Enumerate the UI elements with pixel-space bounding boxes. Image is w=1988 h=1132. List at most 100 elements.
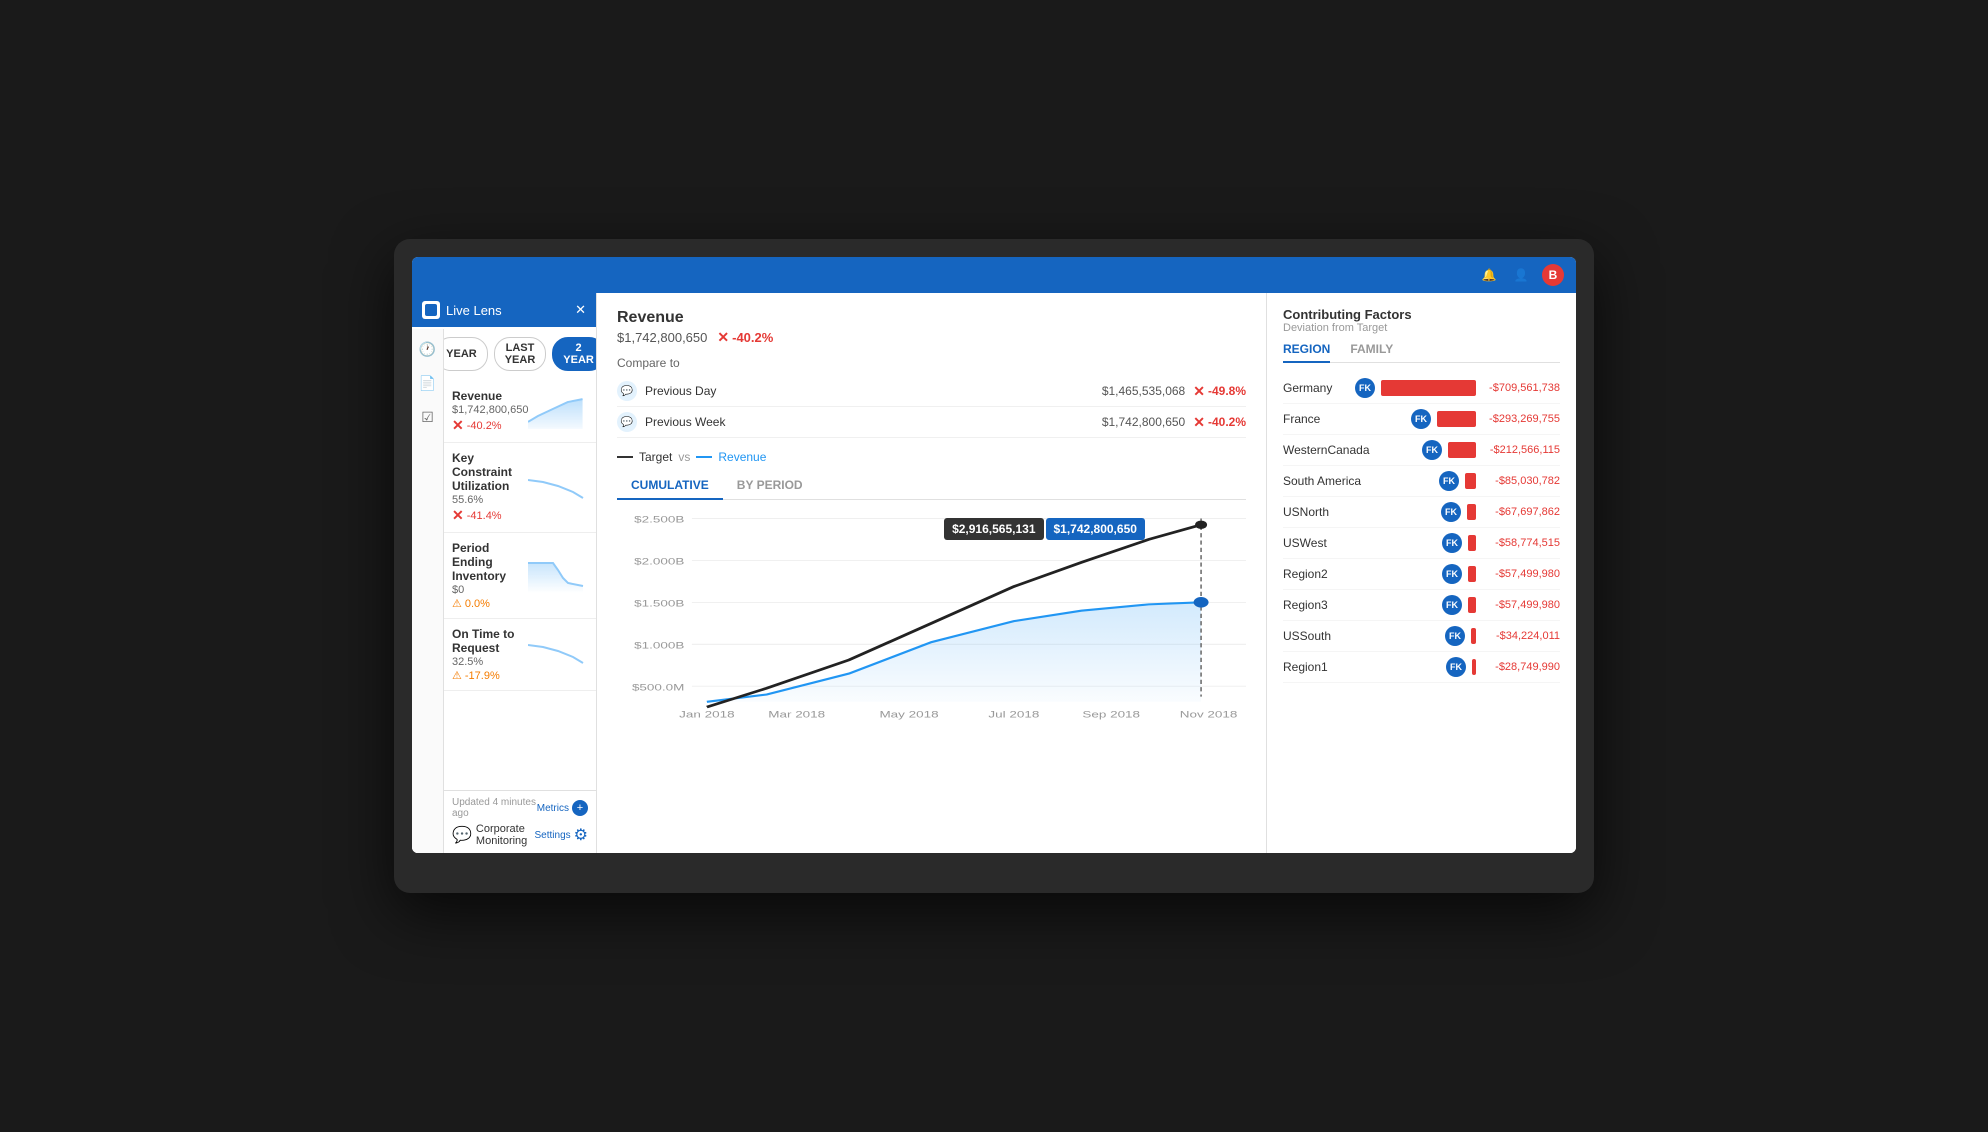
tab-family[interactable]: FAMILY xyxy=(1350,342,1393,363)
contrib-name-3: South America xyxy=(1283,474,1433,488)
contrib-row-7: Region3 FK -$57,499,980 xyxy=(1283,590,1560,621)
two-year-button[interactable]: 2 YEAR xyxy=(552,337,596,371)
contrib-bar-container-6: -$57,499,980 xyxy=(1468,566,1560,582)
contrib-row-4: USNorth FK -$67,697,862 xyxy=(1283,497,1560,528)
tab-cumulative[interactable]: CUMULATIVE xyxy=(617,472,723,500)
sidebar-footer: Updated 4 minutes ago Metrics + 💬 Corpor… xyxy=(444,790,596,853)
metric-inventory-value: $0 xyxy=(452,584,528,596)
contrib-value-3: -$85,030,782 xyxy=(1480,475,1560,487)
top-bar: 🔔 👤 B xyxy=(412,257,1576,293)
vs-label: vs xyxy=(678,450,690,464)
target-line-icon xyxy=(617,456,633,458)
contrib-icon-7: FK xyxy=(1442,595,1462,615)
notification-icon[interactable]: 🔔 xyxy=(1478,264,1500,286)
contrib-bar-6 xyxy=(1468,566,1476,582)
contrib-bar-container-0: -$709,561,738 xyxy=(1381,380,1560,396)
chart-tooltip: $2,916,565,131 $1,742,800,650 xyxy=(944,518,1145,540)
metric-ontime-name: On Time to Request xyxy=(452,627,528,655)
contributing-factors-subtitle: Deviation from Target xyxy=(1283,322,1560,334)
revenue-line-icon xyxy=(696,456,712,458)
contrib-value-2: -$212,566,115 xyxy=(1480,444,1560,456)
contrib-row-8: USSouth FK -$34,224,011 xyxy=(1283,621,1560,652)
inventory-sparkline xyxy=(528,558,588,593)
metric-inventory-info: Period Ending Inventory $0 ⚠ 0.0% xyxy=(452,541,528,610)
tab-by-period[interactable]: BY PERIOD xyxy=(723,472,817,500)
sidebar-header: Live Lens ✕ xyxy=(412,293,596,327)
tab-region[interactable]: REGION xyxy=(1283,342,1330,363)
user-icon[interactable]: 👤 xyxy=(1510,264,1532,286)
metric-revenue-change: ✕ -40.2% xyxy=(452,417,528,434)
metric-revenue[interactable]: Revenue $1,742,800,650 ✕ -40.2% xyxy=(444,381,596,443)
contrib-icon-5: FK xyxy=(1442,533,1462,553)
contrib-bar-container-3: -$85,030,782 xyxy=(1465,473,1560,489)
contrib-icon-4: FK xyxy=(1441,502,1461,522)
corp-monitoring-label: Corporate Monitoring xyxy=(476,823,535,847)
compare-day-label: Previous Day xyxy=(645,384,1102,398)
contrib-bar-9 xyxy=(1472,659,1476,675)
metrics-link[interactable]: Metrics + xyxy=(537,800,588,816)
contrib-bar-container-7: -$57,499,980 xyxy=(1468,597,1560,613)
svg-text:$500.0M: $500.0M xyxy=(632,682,684,693)
last-year-button[interactable]: LAST YEAR xyxy=(494,337,547,371)
add-icon[interactable]: + xyxy=(572,800,588,816)
corp-monitoring-row: 💬 Corporate Monitoring Settings ⚙ xyxy=(452,823,588,847)
chart-header: Revenue $1,742,800,650 ✕ -40.2% xyxy=(617,309,1246,346)
compare-day-value: $1,465,535,068 xyxy=(1102,384,1185,398)
contrib-row-9: Region1 FK -$28,749,990 xyxy=(1283,652,1560,683)
target-label: Target xyxy=(639,450,672,464)
contrib-icon-3: FK xyxy=(1439,471,1459,491)
chart-area: Revenue $1,742,800,650 ✕ -40.2% Compare … xyxy=(597,293,1266,853)
chart-container: $2,916,565,131 $1,742,800,650 $2.500B $2… xyxy=(617,508,1246,728)
contrib-bar-3 xyxy=(1465,473,1476,489)
settings-link[interactable]: Settings ⚙ xyxy=(535,825,588,845)
metric-ontime[interactable]: On Time to Request 32.5% ⚠ -17.9% xyxy=(444,619,596,691)
contrib-row-6: Region2 FK -$57,499,980 xyxy=(1283,559,1560,590)
check-icon[interactable]: ☑ xyxy=(416,405,440,429)
chart-title: Revenue xyxy=(617,309,1246,327)
x-icon: ✕ xyxy=(452,417,464,434)
compare-row-prev-day: 💬 Previous Day $1,465,535,068 ✕ -49.8% xyxy=(617,376,1246,407)
svg-text:Jul 2018: Jul 2018 xyxy=(988,709,1039,720)
svg-text:$1.000B: $1.000B xyxy=(634,640,684,651)
contrib-bar-container-9: -$28,749,990 xyxy=(1472,659,1560,675)
contrib-name-9: Region1 xyxy=(1283,660,1440,674)
compare-week-value: $1,742,800,650 xyxy=(1102,415,1185,429)
contrib-icon-6: FK xyxy=(1442,564,1462,584)
contrib-value-0: -$709,561,738 xyxy=(1480,382,1560,394)
close-icon[interactable]: ✕ xyxy=(575,302,586,318)
contrib-bar-7 xyxy=(1468,597,1476,613)
contrib-row-0: Germany FK -$709,561,738 xyxy=(1283,373,1560,404)
metric-inventory[interactable]: Period Ending Inventory $0 ⚠ 0.0% xyxy=(444,533,596,619)
metric-constraint-value: 55.6% xyxy=(452,494,528,506)
doc-icon[interactable]: 📄 xyxy=(416,371,440,395)
metric-constraint[interactable]: Key Constraint Utilization 55.6% ✕ -41.4… xyxy=(444,443,596,533)
sidebar-metrics: YEAR LAST YEAR 2 YEAR Revenue $1,742,800… xyxy=(444,327,596,790)
metric-revenue-info: Revenue $1,742,800,650 ✕ -40.2% xyxy=(452,389,528,434)
metric-ontime-info: On Time to Request 32.5% ⚠ -17.9% xyxy=(452,627,528,682)
compare-day-change: ✕ -49.8% xyxy=(1193,383,1246,400)
tooltip-target-value: $2,916,565,131 xyxy=(944,518,1043,540)
compare-week-change: ✕ -40.2% xyxy=(1193,414,1246,431)
clock-icon[interactable]: 🕐 xyxy=(416,337,440,361)
chart-change-badge: ✕ -40.2% xyxy=(717,329,773,346)
metric-revenue-value: $1,742,800,650 xyxy=(452,404,528,416)
chart-svg: $2.500B $2.000B $1.500B $1.000B $500.0M xyxy=(617,508,1246,728)
contrib-row-5: USWest FK -$58,774,515 xyxy=(1283,528,1560,559)
contrib-icon-1: FK xyxy=(1411,409,1431,429)
sidebar-icons: 🕐 📄 ☑ xyxy=(412,329,444,853)
contrib-value-6: -$57,499,980 xyxy=(1480,568,1560,580)
chart-subtitle-row: $1,742,800,650 ✕ -40.2% xyxy=(617,329,1246,346)
contrib-value-8: -$34,224,011 xyxy=(1480,630,1560,642)
user-badge[interactable]: B xyxy=(1542,264,1564,286)
contrib-bar-container-4: -$67,697,862 xyxy=(1467,504,1560,520)
year-button[interactable]: YEAR xyxy=(444,337,488,371)
contributing-rows: Germany FK -$709,561,738 France FK -$293… xyxy=(1283,373,1560,683)
settings-icon[interactable]: ⚙ xyxy=(574,825,588,845)
compare-title: Compare to xyxy=(617,356,1246,370)
svg-text:Sep 2018: Sep 2018 xyxy=(1082,709,1140,720)
svg-text:$2.500B: $2.500B xyxy=(634,515,684,526)
contrib-bar-2 xyxy=(1448,442,1476,458)
metric-revenue-name: Revenue xyxy=(452,389,528,403)
logo-icon xyxy=(422,301,440,319)
contrib-name-7: Region3 xyxy=(1283,598,1436,612)
